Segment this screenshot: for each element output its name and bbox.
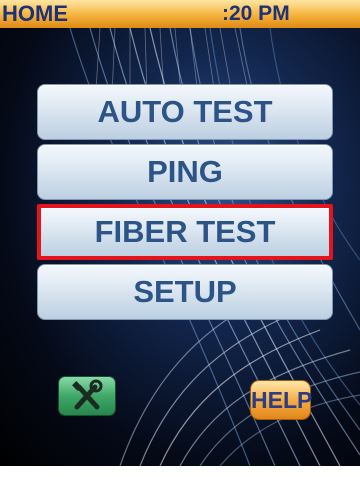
fiber-test-button[interactable]: FIBER TEST (37, 204, 333, 260)
device-frame: HOME :20 PM AUTO TEST PING FIBER TEST SE… (0, 0, 360, 477)
help-label: HELP (251, 387, 313, 413)
ping-button[interactable]: PING (37, 144, 333, 200)
device-screen: HOME :20 PM AUTO TEST PING FIBER TEST SE… (0, 0, 360, 466)
setup-button[interactable]: SETUP (37, 264, 333, 320)
main-menu: AUTO TEST PING FIBER TEST SETUP (37, 84, 333, 324)
screen-title: HOME (2, 1, 68, 26)
help-button[interactable]: HELP (251, 381, 313, 419)
wrench-screwdriver-icon (72, 379, 103, 410)
status-bar: HOME :20 PM (0, 0, 360, 28)
clock-time: :20 PM (222, 2, 290, 25)
tools-button[interactable] (59, 377, 115, 415)
auto-test-button[interactable]: AUTO TEST (37, 84, 333, 140)
